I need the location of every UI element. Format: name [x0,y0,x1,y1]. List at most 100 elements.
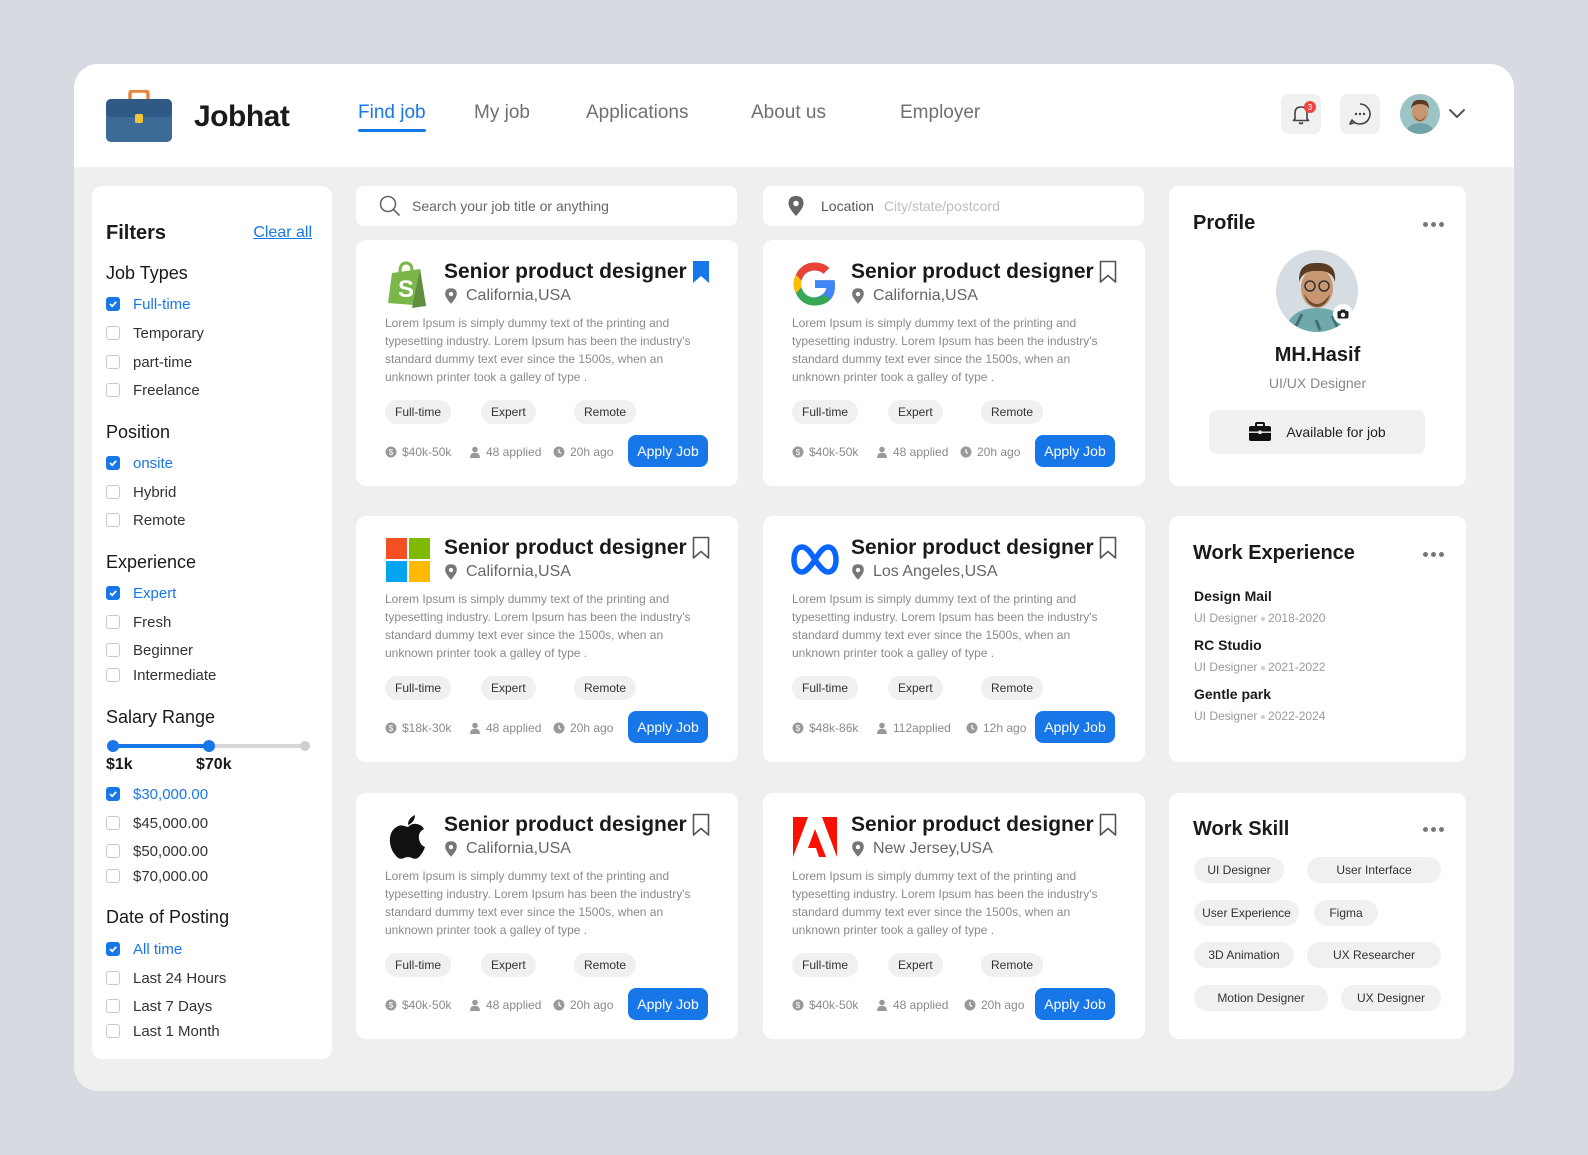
filter-freelance[interactable]: Freelance [106,380,200,400]
chevron-down-icon[interactable] [1448,106,1466,120]
slider-handle-min[interactable] [107,740,119,752]
checkbox[interactable] [106,297,120,311]
checkbox[interactable] [106,586,120,600]
filter-full-time[interactable]: Full-time [106,294,191,314]
user-avatar[interactable] [1400,94,1440,134]
skill-tag[interactable]: 3D Animation [1194,942,1294,968]
tag-full-time: Full-time [385,676,452,700]
checkbox[interactable] [106,816,120,830]
checkbox[interactable] [106,787,120,801]
skill-tag[interactable]: Motion Designer [1194,985,1328,1011]
checkbox[interactable] [106,383,120,397]
notifications-button[interactable]: 3 [1281,94,1321,134]
checkbox[interactable] [106,643,120,657]
bookmark-icon[interactable] [692,536,710,560]
apply-job-button[interactable]: Apply Job [628,711,708,743]
google-logo [793,262,836,306]
option-label: Remote [133,511,186,529]
nav-find-job[interactable]: Find job [358,102,426,132]
checkbox[interactable] [106,355,120,369]
messages-button[interactable] [1340,94,1380,134]
filter-remote[interactable]: Remote [106,510,186,530]
skill-tag[interactable]: Figma [1314,900,1378,926]
job-title[interactable]: Senior product designer [444,536,687,560]
job-title[interactable]: Senior product designer [851,260,1094,284]
skill-tag[interactable]: User Interface [1307,857,1441,883]
apply-job-button[interactable]: Apply Job [1035,435,1115,467]
skill-tag[interactable]: UI Designer [1194,857,1284,883]
more-options-icon[interactable] [1423,222,1444,227]
checkbox[interactable] [106,942,120,956]
filter-all-time[interactable]: All time [106,939,182,959]
checkbox[interactable] [106,513,120,527]
filter-beginner[interactable]: Beginner [106,640,193,660]
applied-meta: 48 applied [876,998,948,1012]
checkbox[interactable] [106,971,120,985]
filter-part-time[interactable]: part-time [106,352,192,372]
filter-onsite[interactable]: onsite [106,453,173,473]
filter-temporary[interactable]: Temporary [106,323,204,343]
filter-salary-45k[interactable]: $45,000.00 [106,813,208,833]
apply-job-button[interactable]: Apply Job [628,988,708,1020]
job-card[interactable]: S Senior product designer California,USA… [356,240,738,486]
available-for-job-button[interactable]: Available for job [1209,410,1425,454]
checkbox[interactable] [106,668,120,682]
checkbox[interactable] [106,615,120,629]
job-title[interactable]: Senior product designer [444,813,687,837]
checkbox[interactable] [106,456,120,470]
checkbox[interactable] [106,1024,120,1038]
checkbox[interactable] [106,326,120,340]
filter-expert[interactable]: Expert [106,583,176,603]
checkbox[interactable] [106,485,120,499]
job-card[interactable]: Senior product designer California,USA L… [763,240,1145,486]
filter-salary-50k[interactable]: $50,000.00 [106,841,208,861]
filter-intermediate[interactable]: Intermediate [106,665,216,685]
apply-job-button[interactable]: Apply Job [1035,711,1115,743]
apply-job-button[interactable]: Apply Job [1035,988,1115,1020]
job-title[interactable]: Senior product designer [851,536,1094,560]
slider-handle-max[interactable] [203,740,215,752]
apply-job-button[interactable]: Apply Job [628,435,708,467]
skill-tag[interactable]: User Experience [1194,900,1299,926]
filter-fresh[interactable]: Fresh [106,612,171,632]
location-input[interactable]: City/state/postcord [884,198,1000,214]
bookmark-icon[interactable] [692,813,710,837]
filter-last-7-days[interactable]: Last 7 Days [106,996,212,1016]
experience-role: UI Designer [1194,660,1258,674]
job-card[interactable]: Senior product designer California,USA L… [356,793,738,1039]
filter-salary-30k[interactable]: $30,000.00 [106,784,208,804]
skill-tag[interactable]: UX Designer [1341,985,1441,1011]
more-options-icon[interactable] [1423,552,1444,557]
job-card[interactable]: Senior product designer New Jersey,USA L… [763,793,1145,1039]
nav-employer[interactable]: Employer [900,102,980,124]
option-label: Hybrid [133,483,177,501]
tag-expert: Expert [481,953,536,977]
filter-last-24-hours[interactable]: Last 24 Hours [106,968,226,988]
search-input[interactable]: Search your job title or anything [412,198,609,214]
job-card[interactable]: Senior product designer California,USA L… [356,516,738,762]
checkbox[interactable] [106,999,120,1013]
clear-all-link[interactable]: Clear all [253,224,312,242]
nav-about-us[interactable]: About us [751,102,826,124]
job-search-bar[interactable]: Search your job title or anything [356,186,737,226]
skill-tag[interactable]: UX Researcher [1307,942,1441,968]
job-title[interactable]: Senior product designer [851,813,1094,837]
more-options-icon[interactable] [1423,827,1444,832]
checkbox[interactable] [106,869,120,883]
salary-range-slider[interactable] [107,739,310,753]
option-label: Last 7 Days [133,997,213,1015]
bookmark-icon[interactable] [1099,536,1117,560]
nav-applications[interactable]: Applications [586,102,688,124]
filter-salary-70k[interactable]: $70,000.00 [106,866,208,886]
job-card[interactable]: Senior product designer Los Angeles,USA … [763,516,1145,762]
camera-icon[interactable] [1333,304,1353,324]
bookmark-filled-icon[interactable] [692,260,710,284]
bookmark-icon[interactable] [1099,260,1117,284]
job-title[interactable]: Senior product designer [444,260,687,284]
filter-last-1-month[interactable]: Last 1 Month [106,1021,220,1041]
nav-my-job[interactable]: My job [474,102,530,124]
location-search-bar[interactable]: Location City/state/postcord [763,186,1144,226]
bookmark-icon[interactable] [1099,813,1117,837]
filter-hybrid[interactable]: Hybrid [106,482,176,502]
checkbox[interactable] [106,844,120,858]
